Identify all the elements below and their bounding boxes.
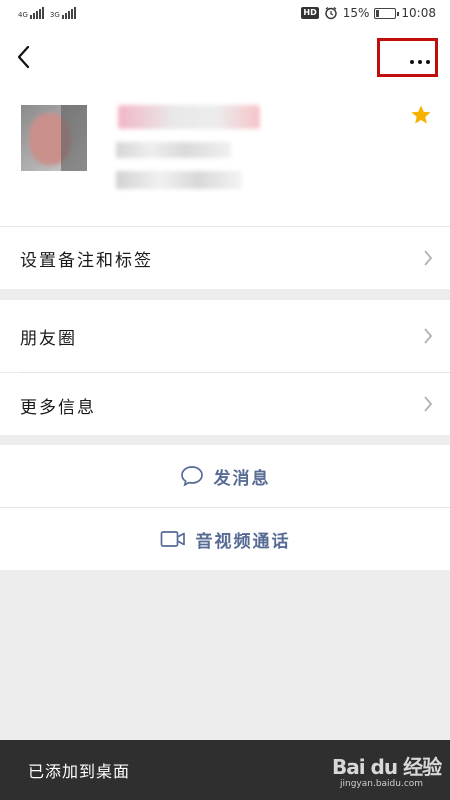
signal-bars-icon [61,7,76,19]
signal-bars-icon [29,7,44,19]
more-dots-icon[interactable] [410,49,434,68]
blurred-nickname [118,105,260,129]
network-3g-label: 3G [49,11,60,19]
network-3g: 3G [50,7,76,19]
network-4g: 4G [18,7,44,19]
chevron-right-icon [424,328,433,344]
watermark-text: Bai du 经验 [332,755,442,779]
avatar-shade [61,105,87,171]
clock: 10:08 [401,6,436,20]
video-call-button[interactable]: 音视频通话 [0,508,450,570]
profile-card [0,84,450,226]
alarm-icon [325,6,337,20]
network-indicators: 4G 3G [18,7,76,19]
star-icon [411,105,431,124]
status-right: HD 15% 10:08 [301,6,436,20]
avatar[interactable] [21,105,87,171]
battery-icon [374,7,400,19]
battery-level [376,9,380,17]
hd-badge: HD [301,7,319,19]
chevron-left-icon[interactable] [14,44,34,70]
chevron-right-icon [424,396,433,412]
set-remark-row[interactable]: 设置备注和标签 [0,227,450,289]
video-call-label: 音视频通话 [195,531,291,552]
set-remark-label: 设置备注和标签 [20,251,153,271]
video-camera-icon [160,531,185,547]
blurred-region [116,171,242,189]
moments-row[interactable]: 朋友圈 [0,300,450,372]
network-4g-label: 4G [18,11,28,19]
watermark-url: jingyan.baidu.com [340,779,424,789]
chat-bubble-icon [180,466,203,487]
moments-label: 朋友圈 [20,329,77,349]
more-info-label: 更多信息 [20,398,96,418]
status-bar: 4G 3G HD 15% 10:08 [0,0,450,32]
more-button-highlight[interactable] [377,38,438,77]
blurred-wechat-id [116,142,231,158]
chevron-right-icon [424,250,433,266]
battery-percent: 15% [342,6,370,20]
more-info-row[interactable]: 更多信息 [0,373,450,435]
send-message-label: 发消息 [213,468,271,489]
toast-text: 已添加到桌面 [28,762,131,781]
watermark-logo: Bai du 经验 jingyan.baidu.com [330,745,442,797]
send-message-button[interactable]: 发消息 [0,445,450,507]
